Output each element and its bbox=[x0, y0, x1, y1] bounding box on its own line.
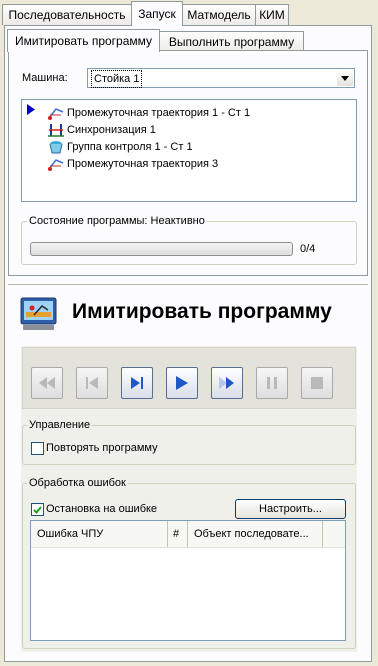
tree-item-label: Промежуточная траектория 1 - Ст 1 bbox=[67, 107, 251, 119]
sync-icon bbox=[48, 124, 64, 137]
stop-button[interactable] bbox=[301, 367, 333, 399]
tree-item[interactable]: Промежуточная траектория 1 - Ст 1 bbox=[48, 105, 250, 121]
subtab-simulate[interactable]: Имитировать программу bbox=[7, 29, 160, 52]
subtab-label: Имитировать программу bbox=[14, 34, 153, 48]
machine-select[interactable]: Стойка 1 bbox=[87, 68, 355, 88]
stop-icon bbox=[311, 377, 323, 389]
control-group-label: Управление bbox=[27, 419, 93, 431]
configure-button-label: Настроить... bbox=[259, 503, 322, 515]
tab-label: Матмодель bbox=[187, 8, 251, 22]
tab-label: Последовательность bbox=[8, 8, 126, 22]
step-back-button[interactable] bbox=[76, 367, 108, 399]
stop-on-error-checkbox[interactable] bbox=[31, 503, 44, 516]
error-grid[interactable]: Ошибка ЧПУ # Объект последовате... bbox=[30, 520, 346, 641]
tree-item-label: Промежуточная траектория 3 bbox=[67, 158, 219, 170]
divider bbox=[8, 284, 368, 285]
progress-count: 0/4 bbox=[300, 243, 316, 255]
play-icon bbox=[176, 376, 188, 390]
tab-math-model[interactable]: Матмодель bbox=[182, 4, 256, 25]
tree-item[interactable]: Промежуточная траектория 3 bbox=[48, 156, 218, 172]
program-state-label: Состояние программы: Неактивно bbox=[27, 215, 207, 227]
pause-icon bbox=[267, 377, 277, 389]
pause-button[interactable] bbox=[256, 367, 288, 399]
error-handling-label: Обработка ошибок bbox=[27, 477, 128, 489]
repeat-program-checkbox[interactable] bbox=[31, 442, 44, 455]
rewind-button[interactable] bbox=[31, 367, 63, 399]
error-grid-header: Ошибка ЧПУ # Объект последовате... bbox=[31, 521, 345, 548]
repeat-program-label: Повторять программу bbox=[46, 442, 158, 454]
checkmark-icon bbox=[33, 505, 42, 514]
subtab-label: Выполнить программу bbox=[168, 35, 295, 49]
toolpath-icon bbox=[48, 108, 64, 120]
tab-cmm[interactable]: КИМ bbox=[255, 4, 289, 25]
tab-label: Запуск bbox=[138, 7, 176, 21]
simulate-title: Имитировать программу bbox=[72, 300, 332, 323]
simulate-monitor-icon bbox=[20, 297, 57, 330]
fast-forward-icon bbox=[219, 377, 234, 389]
play-button[interactable] bbox=[166, 367, 198, 399]
column-header-sequence-object[interactable]: Объект последовате... bbox=[188, 521, 323, 547]
tree-item-label: Группа контроля 1 - Ст 1 bbox=[67, 141, 193, 153]
step-back-icon bbox=[86, 377, 98, 389]
stop-on-error-label: Остановка на ошибке bbox=[46, 503, 158, 515]
step-forward-icon bbox=[131, 377, 143, 389]
machine-label: Машина: bbox=[22, 72, 68, 84]
inspection-group-icon bbox=[49, 141, 63, 154]
tree-item-label: Синхронизация 1 bbox=[67, 124, 156, 136]
tab-run[interactable]: Запуск bbox=[131, 1, 183, 26]
machine-select-value: Стойка 1 bbox=[91, 70, 143, 88]
program-progress-bar bbox=[30, 242, 293, 256]
toolpath-icon bbox=[48, 159, 64, 171]
current-step-arrow-icon bbox=[27, 104, 35, 115]
configure-button[interactable]: Настроить... bbox=[235, 499, 346, 519]
fast-forward-button[interactable] bbox=[211, 367, 243, 399]
tree-item[interactable]: Синхронизация 1 bbox=[48, 122, 156, 138]
step-forward-button[interactable] bbox=[121, 367, 153, 399]
tab-sequence[interactable]: Последовательность bbox=[2, 4, 132, 25]
tab-label: КИМ bbox=[259, 8, 285, 22]
chevron-down-icon[interactable] bbox=[337, 70, 353, 86]
column-header-number[interactable]: # bbox=[168, 521, 188, 547]
program-tree[interactable]: Промежуточная траектория 1 - Ст 1 Синхро… bbox=[21, 99, 357, 202]
tree-item[interactable]: Группа контроля 1 - Ст 1 bbox=[48, 139, 193, 155]
subtab-execute[interactable]: Выполнить программу bbox=[159, 31, 304, 52]
column-header-cnc-error[interactable]: Ошибка ЧПУ bbox=[31, 521, 168, 547]
rewind-icon bbox=[39, 377, 55, 389]
